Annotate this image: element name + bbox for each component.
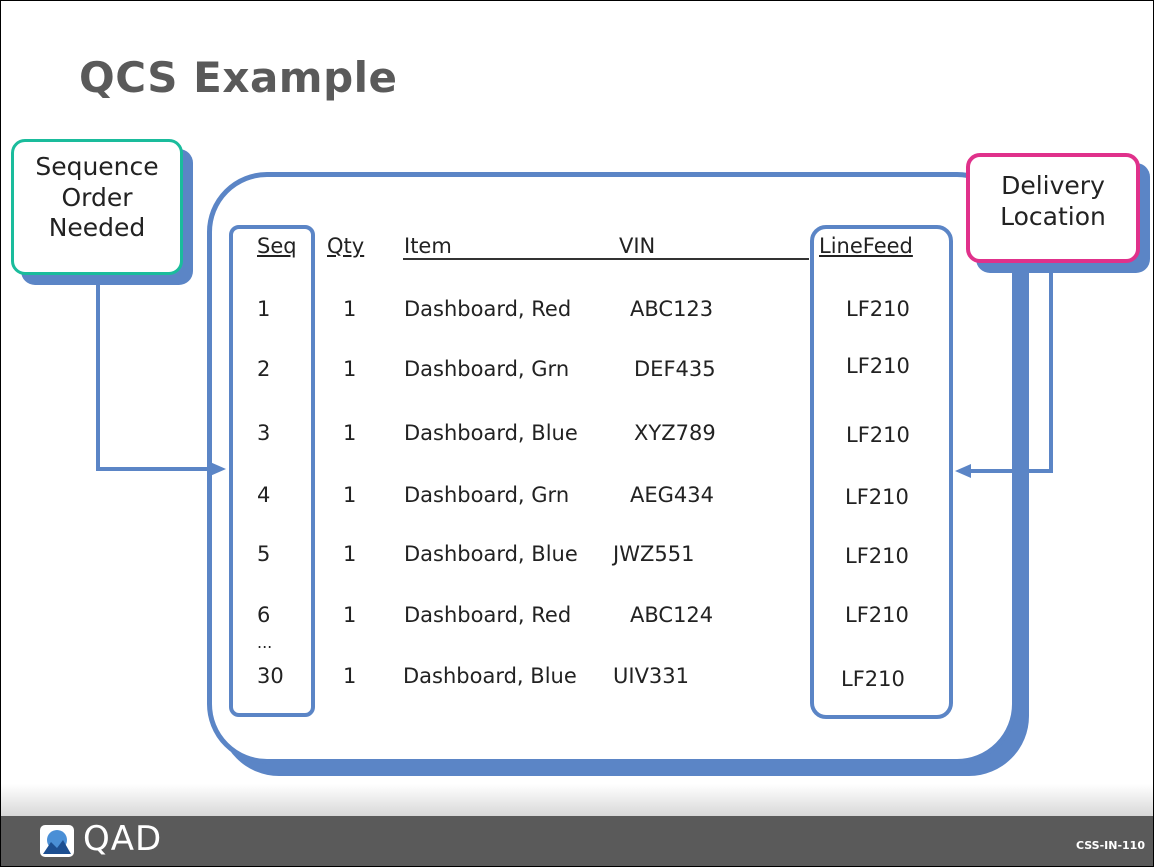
sequence-callout-line-2: Order <box>61 182 133 212</box>
row-5-item: Dashboard, Blue <box>404 542 578 566</box>
slide-code: CSS-IN-110 <box>1075 839 1145 852</box>
slide-title: QCS Example <box>79 53 398 102</box>
footer-gradient <box>1 784 1153 816</box>
sequence-callout-line-3: Needed <box>48 213 146 242</box>
row-2-vin: DEF435 <box>634 357 716 381</box>
linefeed-column-highlight <box>810 225 953 719</box>
delivery-connector-horizontal <box>967 469 1053 473</box>
row-1-vin: ABC123 <box>630 297 714 321</box>
row-6-item: Dashboard, Red <box>404 603 572 627</box>
delivery-arrowhead-icon <box>955 464 971 478</box>
qad-logo-icon <box>40 825 74 857</box>
seq-arrowhead-icon <box>210 462 226 476</box>
row-6-qty: 1 <box>343 603 357 627</box>
seq-connector-horizontal <box>96 467 214 471</box>
row-2-qty: 1 <box>343 357 357 381</box>
row-4-item: Dashboard, Grn <box>404 483 570 507</box>
row-4-qty: 1 <box>343 483 357 507</box>
delivery-callout-line-1: Delivery <box>1001 171 1105 200</box>
row-5-qty: 1 <box>343 542 357 566</box>
row-3-vin: XYZ789 <box>634 421 716 445</box>
delivery-connector-vertical <box>1049 271 1053 473</box>
header-vin: VIN <box>619 234 656 258</box>
row-1-qty: 1 <box>343 297 357 321</box>
row-6-vin: ABC124 <box>630 603 714 627</box>
header-underline <box>403 258 809 260</box>
seq-column-highlight <box>229 225 315 717</box>
delivery-callout-line-2: Location <box>1000 201 1106 231</box>
row-3-item: Dashboard, Blue <box>404 421 578 445</box>
header-item: Item <box>404 234 452 258</box>
header-qty: Qty <box>327 234 365 258</box>
row-7-vin: UIV331 <box>613 664 690 688</box>
footer-bar <box>1 816 1153 866</box>
sequence-order-callout: Sequence Order Needed <box>11 139 183 275</box>
slide: QCS Example Seq Qty Item VIN LineFeed 1 … <box>0 0 1154 867</box>
row-3-qty: 1 <box>343 421 357 445</box>
row-2-item: Dashboard, Grn <box>404 357 570 381</box>
delivery-location-callout: Delivery Location <box>966 153 1140 263</box>
seq-connector-vertical <box>96 281 100 471</box>
qad-logo-text: QAD <box>83 819 163 859</box>
sequence-callout-line-1: Sequence <box>35 152 159 181</box>
row-7-qty: 1 <box>343 664 357 688</box>
row-7-item: Dashboard, Blue <box>403 664 577 688</box>
row-4-vin: AEG434 <box>630 483 714 507</box>
row-5-vin: JWZ551 <box>613 542 695 566</box>
row-1-item: Dashboard, Red <box>404 297 572 321</box>
